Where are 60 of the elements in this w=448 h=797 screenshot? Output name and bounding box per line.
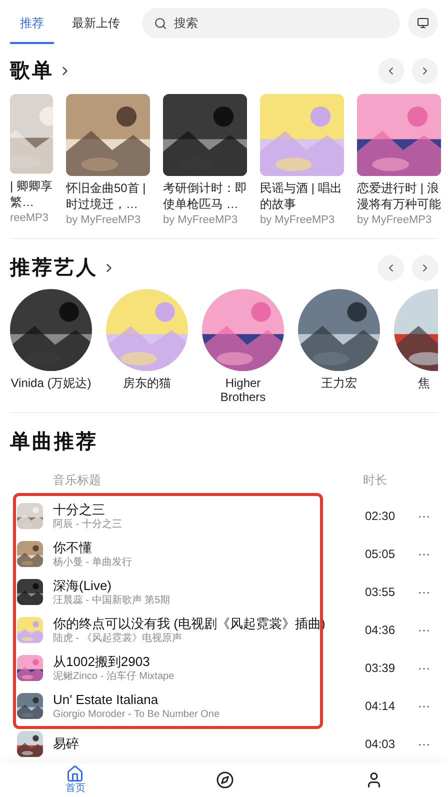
song-duration: 04:03 — [365, 736, 396, 753]
song-title[interactable]: Un' Estate Italiana — [53, 692, 365, 708]
song-title[interactable]: 十分之三 — [53, 502, 365, 518]
next-button[interactable] — [412, 255, 438, 282]
playlist-author: by MyFreeMP3 — [260, 213, 336, 226]
more-button[interactable]: ··· — [417, 735, 431, 753]
song-artist: 陆虎 - 《风起霓裳》电视原声 — [53, 632, 183, 644]
compass-icon — [216, 771, 234, 789]
artist-name[interactable]: Vinida (万妮达) — [10, 376, 92, 390]
song-artist: 杨小曼 - 单曲发行 — [53, 556, 133, 568]
nav-tab[interactable] — [216, 771, 234, 789]
section-title: 歌单 — [10, 59, 54, 84]
playlist-author: by MyFreeMP3 — [163, 213, 239, 226]
song-artist: 汪晨蕊 - 中国新歌声 第5期 — [53, 594, 172, 606]
playlist-author: by MyFreeMP3 — [357, 213, 433, 226]
search-field[interactable]: 搜索 — [142, 8, 400, 38]
more-button[interactable]: ··· — [417, 697, 431, 715]
song-artist: Giorgio Moroder - To Be Number One — [53, 708, 221, 720]
search-icon — [154, 17, 167, 30]
playlist-author: by MyFreeMP3 — [66, 213, 142, 226]
tab[interactable]: 最新上传 — [62, 8, 130, 44]
previous-button[interactable] — [378, 58, 404, 84]
playlist-title[interactable]: 恋爱进行时 | 浪漫将有万种可能 — [357, 180, 441, 212]
song-title[interactable]: 从1002搬到2903 — [53, 654, 365, 670]
section-title: 推荐艺人 — [10, 256, 98, 282]
more-button[interactable]: ··· — [417, 583, 431, 601]
more-button[interactable]: ··· — [417, 507, 431, 525]
song-duration: 03:55 — [365, 584, 396, 601]
more-button[interactable]: ··· — [417, 545, 431, 563]
artist-name[interactable]: 房东的猫 — [123, 376, 171, 390]
song-title[interactable]: 深海(Live) — [53, 578, 365, 594]
column-header: 时长 — [363, 472, 388, 489]
column-header: 音乐标题 — [53, 472, 102, 489]
section-title: 单曲推荐 — [10, 430, 98, 455]
playlist-title[interactable]: | 卿卿享繁… — [10, 178, 53, 210]
song-title[interactable]: 易碎 — [53, 736, 365, 752]
previous-button[interactable] — [378, 255, 404, 282]
song-artist: 阿辰 - 十分之三 — [53, 518, 123, 530]
playlist-author: reeMP3 — [10, 210, 50, 226]
home-icon — [66, 765, 84, 783]
nav-tab[interactable]: 首页 — [65, 765, 86, 795]
artist-name[interactable]: 王力宏 — [321, 376, 357, 390]
song-duration: 02:30 — [365, 508, 396, 525]
song-duration: 03:39 — [365, 660, 396, 677]
song-artist: 泥鳅Zinco - 泊车仔 Mixtape — [53, 670, 176, 682]
playlist-title[interactable]: 民谣与酒 | 唱出的故事 — [260, 180, 344, 212]
artist-name[interactable]: 焦 — [418, 376, 430, 390]
tab[interactable]: 推荐 — [10, 8, 54, 44]
artist-name[interactable]: Higher Brothers — [202, 376, 284, 402]
next-button[interactable] — [412, 58, 438, 84]
song-duration: 05:05 — [365, 546, 396, 563]
playlist-title[interactable]: 考研倒计时：即使单枪匹马 … — [163, 180, 247, 212]
more-button[interactable]: ··· — [417, 659, 431, 677]
song-duration: 04:14 — [365, 698, 396, 715]
song-duration: 04:36 — [365, 622, 396, 639]
song-title[interactable]: 你不懂 — [53, 540, 365, 556]
more-button[interactable]: ··· — [417, 621, 431, 639]
monitor-button[interactable] — [408, 8, 438, 38]
playlist-title[interactable]: 怀旧金曲50首 | 时过境迁，… — [66, 180, 150, 212]
monitor-icon — [417, 17, 429, 29]
